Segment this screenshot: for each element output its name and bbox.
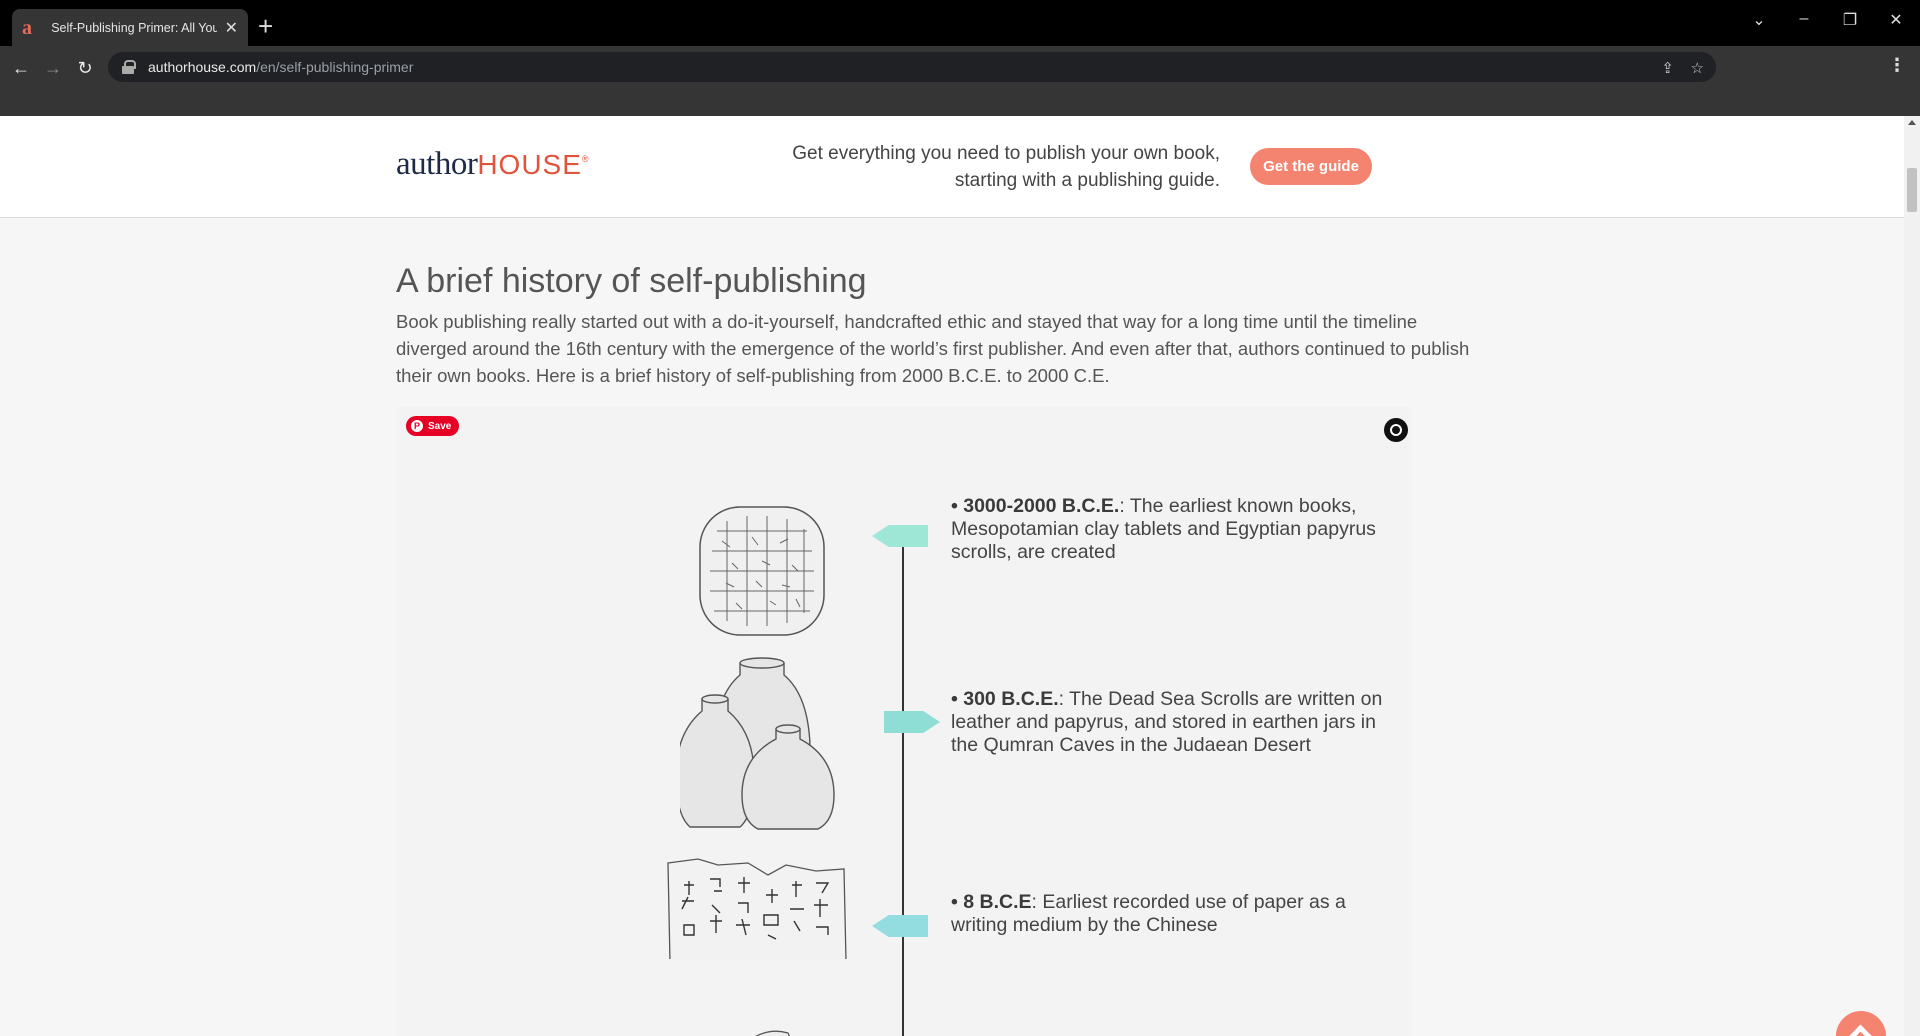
logo-author-text: author — [396, 146, 478, 182]
page-scrollbar[interactable] — [1904, 116, 1920, 1036]
reload-icon[interactable]: ↻ — [72, 55, 98, 81]
visual-search-icon[interactable] — [1384, 418, 1408, 442]
clay-tablet-illustration — [699, 506, 825, 636]
browser-tab-bar: a Self-Publishing Primer: All You Ne ✕ +… — [0, 0, 1920, 46]
close-tab-icon[interactable]: ✕ — [225, 18, 238, 38]
earthen-jars-illustration — [680, 657, 835, 830]
entry-3-date: • 8 B.C.E — [951, 891, 1032, 913]
promo-line-2: starting with a publishing guide. — [954, 170, 1220, 191]
get-the-guide-button[interactable]: Get the guide — [1250, 148, 1372, 185]
new-tab-icon[interactable]: + — [258, 11, 273, 42]
promo-line-1: Get everything you need to publish your … — [792, 143, 1220, 164]
authorhouse-logo[interactable]: authorHOUSE® — [396, 146, 589, 181]
timeline-entry-3: • 8 B.C.E: Earliest recorded use of pape… — [951, 891, 1391, 937]
toolbar-strip — [0, 90, 1920, 116]
save-label: Save — [428, 420, 452, 432]
timeline-marker-2 — [884, 711, 940, 733]
timeline-entry-1: • 3000-2000 B.C.E.: The earliest known b… — [951, 495, 1391, 564]
favicon-icon: a — [22, 16, 32, 39]
registered-mark: ® — [581, 154, 589, 164]
restore-icon[interactable]: ❐ — [1836, 10, 1864, 30]
share-icon[interactable]: ⇪ — [1661, 59, 1674, 77]
url-host: authorhouse.com — [148, 59, 257, 75]
back-icon[interactable]: ← — [8, 55, 34, 81]
timeline-infographic: P Save • 3000-2000 B.C.E.: The earliest … — [396, 407, 1412, 1036]
page-title: A brief history of self-publishing — [396, 262, 867, 300]
tab-search-icon[interactable]: ⌄ — [1745, 10, 1773, 30]
bookmark-star-icon[interactable]: ☆ — [1691, 59, 1704, 77]
web-page: authorHOUSE® Get everything you need to … — [0, 116, 1904, 1036]
partial-illustration — [755, 1030, 790, 1036]
site-header: authorHOUSE® Get everything you need to … — [0, 116, 1904, 218]
lock-icon[interactable] — [122, 60, 136, 74]
scroll-thumb[interactable] — [1907, 168, 1917, 212]
minimize-icon[interactable]: – — [1790, 10, 1818, 28]
chinese-paper-illustration — [667, 858, 847, 959]
timeline-marker-3 — [872, 915, 928, 937]
intro-paragraph: Book publishing really started out with … — [396, 311, 1470, 386]
close-window-icon[interactable]: ✕ — [1882, 10, 1910, 30]
browser-tab[interactable]: a Self-Publishing Primer: All You Ne ✕ — [12, 9, 248, 46]
pinterest-icon: P — [411, 420, 423, 432]
tab-title: Self-Publishing Primer: All You Ne — [51, 20, 217, 35]
timeline-entry-2: • 300 B.C.E.: The Dead Sea Scrolls are w… — [951, 688, 1391, 757]
timeline-marker-1 — [872, 525, 928, 547]
pinterest-save-button[interactable]: P Save — [406, 416, 459, 436]
scroll-to-top-button[interactable] — [1836, 1011, 1886, 1036]
logo-house-text: HOUSE — [477, 149, 582, 180]
browser-toolbar: ← → ↻ authorhouse.com/en/self-publishing… — [0, 46, 1920, 90]
forward-icon[interactable]: → — [40, 55, 66, 81]
address-bar[interactable]: authorhouse.com/en/self-publishing-prime… — [108, 52, 1716, 82]
url-path: /en/self-publishing-primer — [256, 59, 414, 75]
entry-2-date: • 300 B.C.E. — [951, 688, 1059, 710]
entry-1-date: • 3000-2000 B.C.E. — [951, 495, 1120, 517]
scroll-up-icon[interactable] — [1908, 120, 1916, 125]
browser-menu-icon[interactable]: ⋮ — [1888, 55, 1906, 76]
timeline-line — [902, 529, 904, 1036]
promo-text: Get everything you need to publish your … — [700, 140, 1220, 194]
